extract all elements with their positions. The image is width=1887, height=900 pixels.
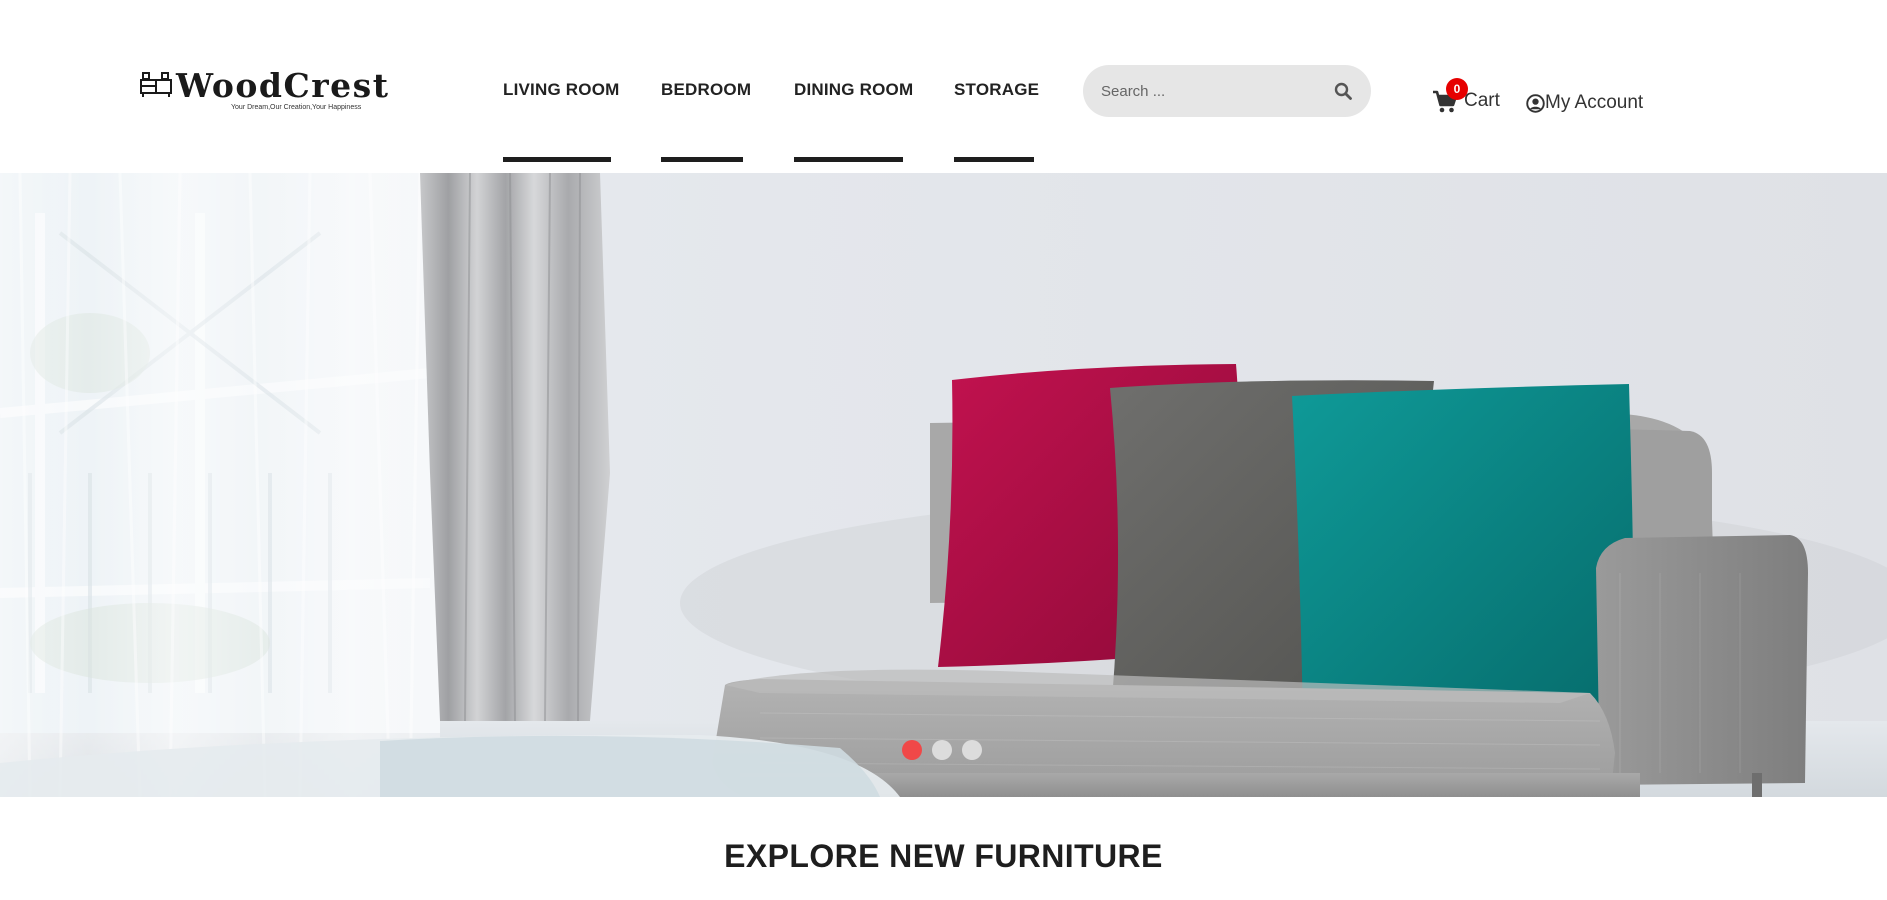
- search-box: [1083, 65, 1371, 117]
- hero-banner[interactable]: [0, 173, 1887, 797]
- my-account-label: My Account: [1545, 92, 1644, 113]
- brand-name: WoodCrest: [176, 66, 390, 105]
- search-input[interactable]: [1101, 65, 1321, 117]
- nav-item-label: LIVING ROOM: [503, 80, 620, 99]
- slider-dot-2[interactable]: [932, 740, 952, 760]
- hero-sofa-image: [0, 173, 1887, 797]
- section-heading: EXPLORE NEW FURNITURE: [724, 838, 1163, 874]
- nav-underline: [661, 157, 743, 162]
- cart-label: Cart: [1464, 90, 1500, 111]
- site-header: WoodCrest Your Dream,Our Creation,Your H…: [0, 0, 1887, 173]
- nav-item-label: DINING ROOM: [794, 80, 914, 99]
- nav-item-label: STORAGE: [954, 80, 1040, 99]
- nav-underline: [954, 157, 1034, 162]
- brand-logo[interactable]: WoodCrest Your Dream,Our Creation,Your H…: [140, 66, 388, 116]
- nav-underline: [794, 157, 903, 162]
- nav-item-label: BEDROOM: [661, 80, 752, 99]
- page: WoodCrest Your Dream,Our Creation,Your H…: [0, 0, 1887, 900]
- brand-tagline: Your Dream,Our Creation,Your Happiness: [231, 104, 362, 111]
- nav-underline: [503, 157, 611, 162]
- slider-dot-3[interactable]: [962, 740, 982, 760]
- furniture-logo-icon: [140, 72, 172, 97]
- user-circle-icon: [1526, 94, 1545, 113]
- slider-dot-1[interactable]: [902, 740, 922, 760]
- search-icon[interactable]: [1333, 81, 1353, 101]
